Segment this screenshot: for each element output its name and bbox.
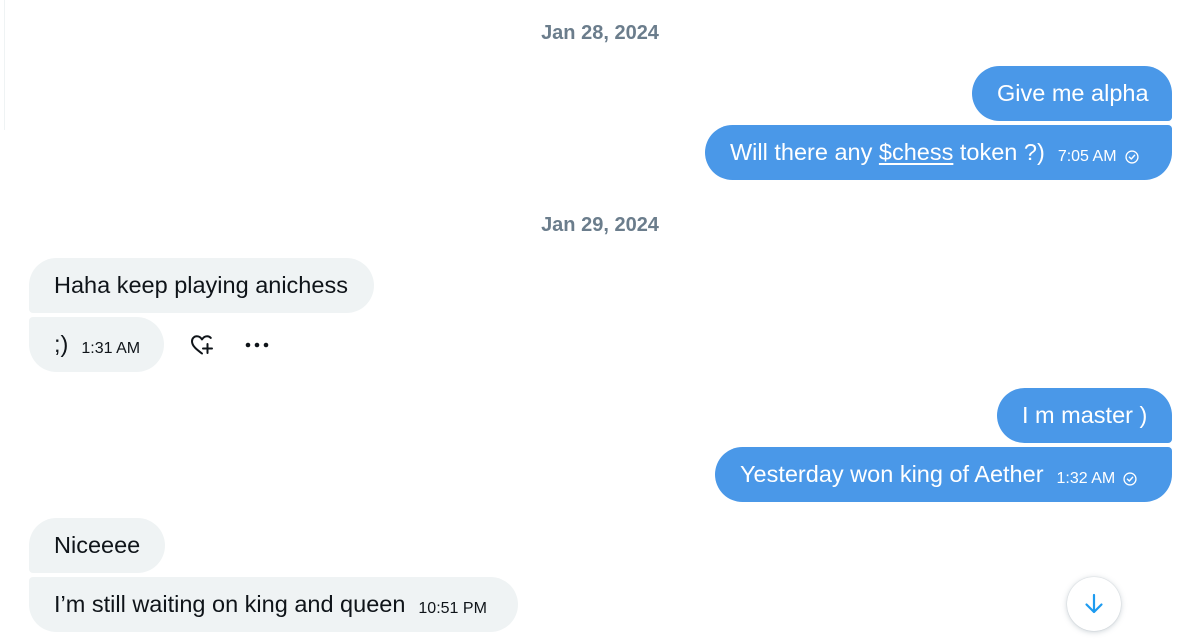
message-text: Give me alpha — [997, 80, 1149, 106]
message-bubble-incoming[interactable]: I’m still waiting on king and queen 10:5… — [29, 577, 518, 632]
message-time: 1:32 AM — [1057, 470, 1138, 488]
message-bubble-incoming[interactable]: Niceeee — [29, 518, 165, 573]
message-text: I’m still waiting on king and queen — [54, 591, 406, 617]
message-bubble-outgoing[interactable]: Give me alpha — [972, 66, 1172, 121]
message-text: Niceeee — [54, 532, 141, 558]
date-separator: Jan 29, 2024 — [541, 214, 659, 236]
more-dots-icon[interactable] — [245, 339, 269, 351]
message-text: ;) — [54, 331, 69, 357]
arrow-down-icon — [1085, 593, 1103, 614]
message-text: Haha keep playing anichess — [54, 272, 348, 298]
message-bubble-outgoing[interactable]: Yesterday won king of Aether 1:32 AM — [715, 447, 1172, 502]
pane-divider — [0, 0, 5, 130]
date-separator: Jan 28, 2024 — [541, 22, 659, 44]
check-circle-icon — [1124, 149, 1139, 164]
message-text: Yesterday won king of Aether — [740, 461, 1044, 487]
message-time: 7:05 AM — [1058, 148, 1139, 166]
message-bubble-incoming[interactable]: ;) 1:31 AM — [29, 317, 164, 372]
message-bubble-outgoing[interactable]: I m master ) — [997, 388, 1172, 443]
message-text: I m master ) — [1022, 402, 1148, 428]
cashtag-link[interactable]: $chess — [879, 139, 953, 165]
message-time: 1:31 AM — [81, 339, 141, 357]
message-bubble-outgoing[interactable]: Will there any $chess token ?) 7:05 AM — [705, 125, 1172, 180]
dm-conversation: Jan 28, 2024 Give me alpha Will there an… — [0, 0, 1200, 639]
check-circle-icon — [1123, 471, 1137, 486]
message-text: Will there any $chess token ?) — [730, 139, 1045, 165]
heart-plus-icon[interactable] — [189, 333, 215, 357]
message-time: 10:51 PM — [418, 599, 487, 617]
scroll-to-bottom-button[interactable] — [1067, 577, 1121, 631]
message-bubble-incoming[interactable]: Haha keep playing anichess — [29, 258, 374, 313]
